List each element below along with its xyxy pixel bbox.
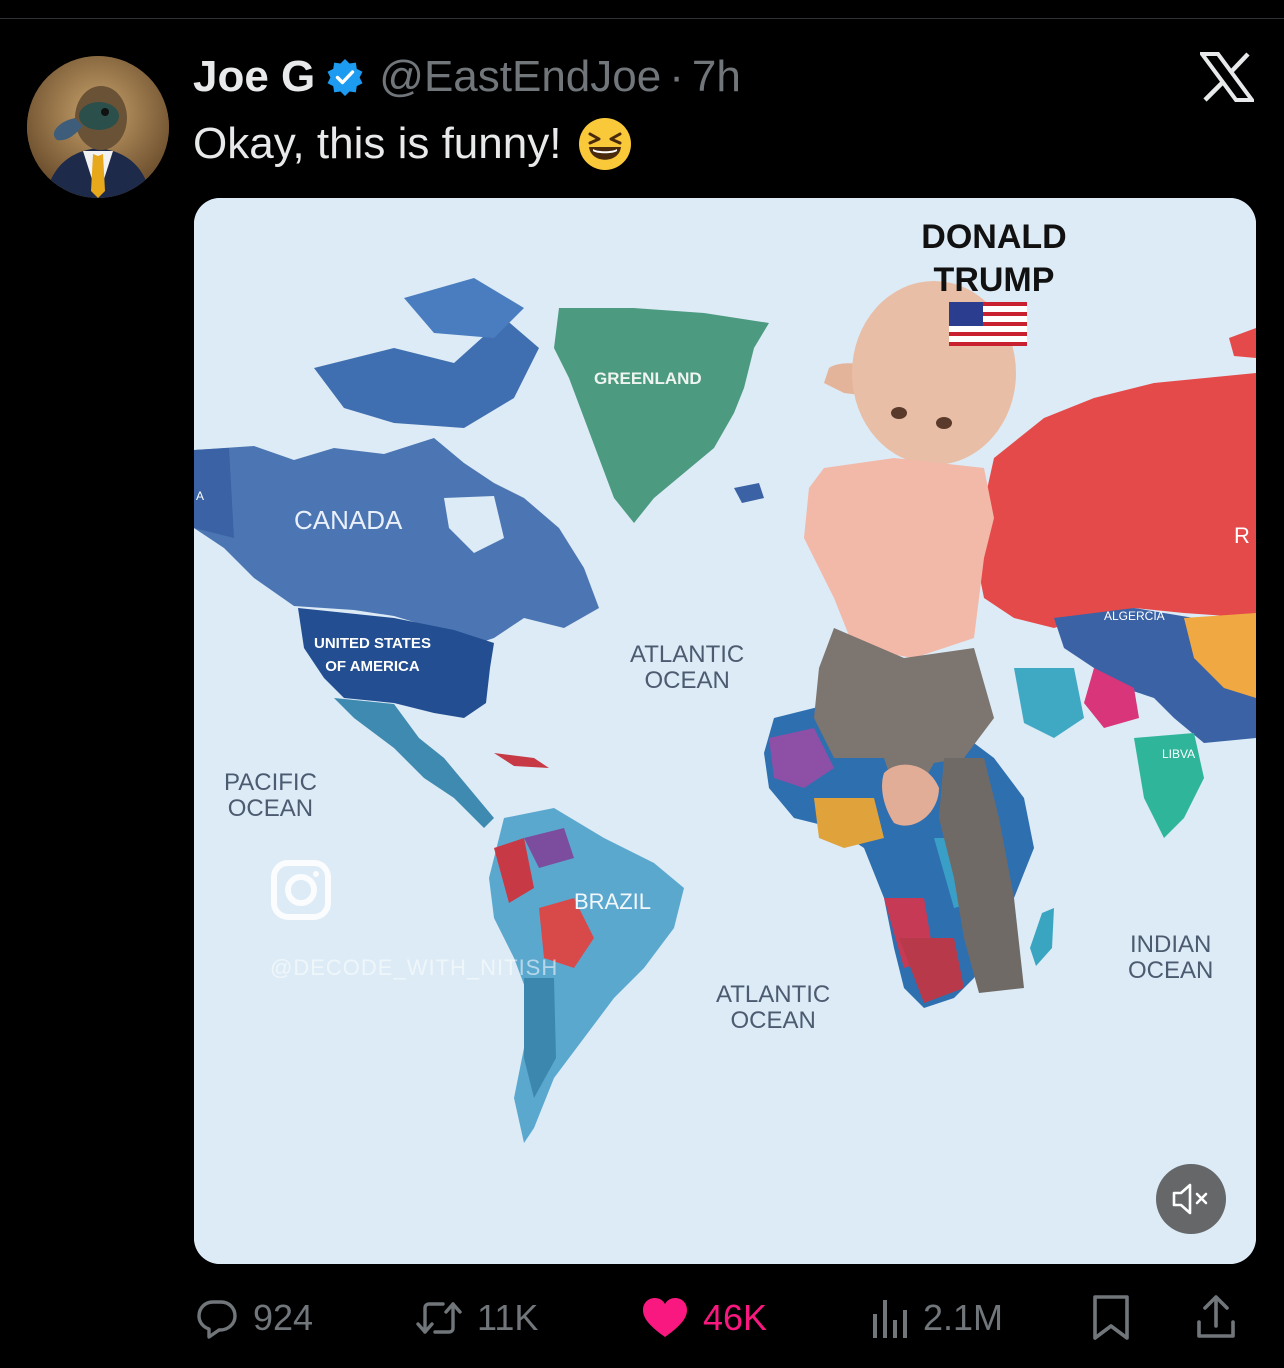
tweet-text-row: Okay, this is funny! <box>193 116 633 172</box>
overlay-title-line1: DONALD <box>921 218 1067 256</box>
speaker-muted-icon <box>1172 1183 1208 1215</box>
label-brazil: BRAZIL <box>574 889 652 914</box>
share-button[interactable] <box>1195 1290 1251 1346</box>
retweet-count: 11K <box>477 1297 539 1338</box>
laughing-face-emoji-icon <box>579 118 632 170</box>
bookmark-button[interactable] <box>1091 1290 1145 1346</box>
world-map-image <box>194 198 1256 1264</box>
label-algeria: ALGERCIA <box>1104 609 1165 623</box>
label-edge-right: R <box>1234 523 1250 548</box>
share-icon <box>1197 1295 1235 1338</box>
author-handle[interactable]: @EastEndJoe <box>379 52 661 102</box>
author-avatar[interactable] <box>27 56 169 198</box>
label-indian-ocean: INDIAN OCEAN <box>1128 931 1214 985</box>
tweet-time[interactable]: 7h <box>692 52 741 102</box>
like-count: 46K <box>703 1297 768 1338</box>
label-edge-left: A <box>196 489 205 503</box>
views-count: 2.1M <box>923 1297 1004 1338</box>
label-atlantic-n-line1: ATLANTIC <box>630 641 745 668</box>
label-usa-line1: UNITED STATES <box>314 635 431 652</box>
label-greenland: GREENLAND <box>594 369 702 388</box>
reply-count: 924 <box>253 1297 314 1338</box>
author-name[interactable]: Joe G <box>193 52 315 102</box>
overlay-title-line2: TRUMP <box>933 260 1055 299</box>
label-pacific-line2: OCEAN <box>227 795 314 823</box>
label-atlantic-n-line2: OCEAN <box>644 667 730 695</box>
label-usa: UNITED STATES OF AMERICA <box>314 635 431 675</box>
label-indian-line1: INDIAN <box>1130 931 1212 958</box>
top-divider <box>0 18 1284 19</box>
x-logo-icon[interactable] <box>1200 52 1254 102</box>
heart-filled-icon <box>643 1298 687 1337</box>
reply-button[interactable]: 924 <box>195 1290 313 1346</box>
mute-toggle-button[interactable] <box>1156 1164 1226 1234</box>
retweet-icon <box>416 1302 462 1334</box>
label-usa-line2: OF AMERICA <box>325 657 420 675</box>
label-pacific-line1: PACIFIC <box>224 769 317 796</box>
views-button[interactable]: 2.1M <box>869 1290 1003 1346</box>
dot-separator: · <box>669 52 684 101</box>
verified-badge-icon <box>327 59 363 96</box>
label-pacific-ocean: PACIFIC OCEAN <box>224 769 317 823</box>
tweet-actions-bar: 924 11K 46K 2.1M <box>193 1290 1253 1346</box>
bookmark-icon <box>1093 1295 1129 1340</box>
label-libya: LIBVA <box>1162 747 1196 761</box>
label-atlantic-ocean-south: ATLANTIC OCEAN <box>716 981 831 1035</box>
tweet-text: Okay, this is funny! <box>193 119 562 168</box>
label-atlantic-ocean-north: ATLANTIC OCEAN <box>630 641 745 695</box>
overlay-title: DONALD TRUMP <box>894 216 1094 301</box>
label-atlantic-s-line2: OCEAN <box>730 1007 816 1035</box>
views-chart-icon <box>873 1300 907 1338</box>
label-canada: CANADA <box>294 505 403 535</box>
label-indian-line2: OCEAN <box>1128 957 1214 985</box>
tweet-media-video[interactable]: DONALD TRUMP GREENLAND CANADA UNITED STA… <box>194 198 1256 1264</box>
retweet-button[interactable]: 11K <box>415 1290 538 1346</box>
tweet-header: Joe G @EastEndJoe · 7h <box>193 52 741 102</box>
label-atlantic-s-line1: ATLANTIC <box>716 981 831 1008</box>
like-button[interactable]: 46K <box>641 1290 767 1346</box>
reply-icon <box>197 1300 237 1339</box>
video-watermark: @DECODE_WITH_NITISH <box>270 955 559 980</box>
